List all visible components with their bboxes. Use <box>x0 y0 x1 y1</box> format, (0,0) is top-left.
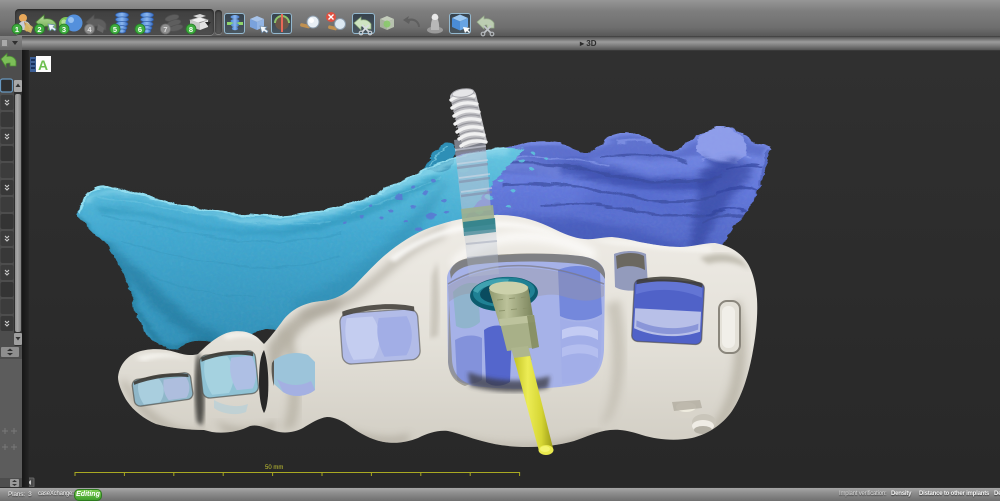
svg-text:3: 3 <box>62 25 66 34</box>
svg-text:50 mm: 50 mm <box>265 465 283 471</box>
svg-text:6: 6 <box>138 25 142 34</box>
svg-text:7: 7 <box>163 25 167 34</box>
svg-text:5: 5 <box>113 25 117 34</box>
svg-text:8: 8 <box>189 25 193 34</box>
